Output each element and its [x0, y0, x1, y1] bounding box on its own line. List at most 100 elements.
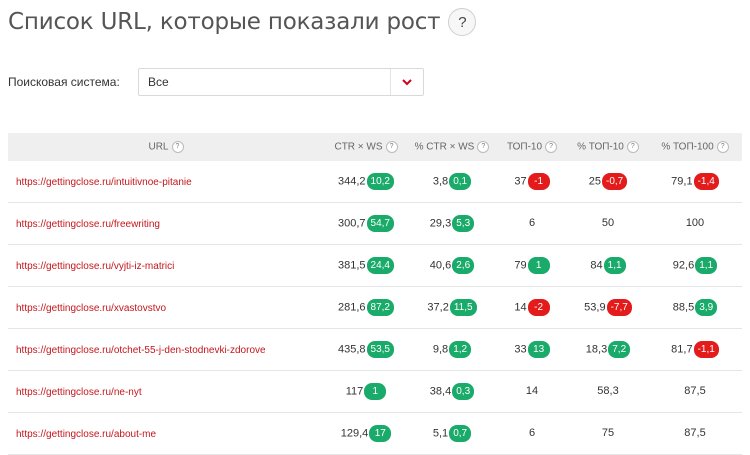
metric-value: 9,8: [432, 343, 449, 356]
change-badge-positive: 53,5: [366, 341, 394, 358]
url-cell: https://gettingclose.ru/vyjti-iz-matrici: [8, 244, 324, 287]
metric-cell: 5,1 0,7: [408, 412, 496, 455]
url-link[interactable]: https://gettingclose.ru/ne-nyt: [16, 387, 142, 398]
metric-cell: 129,4 17: [324, 412, 408, 455]
metric-value: 58,3: [597, 385, 619, 398]
table-row: https://gettingclose.ru/freewriting 300,7…: [8, 202, 742, 245]
table-row: https://gettingclose.ru/about-me 129,4 17 5…: [8, 412, 742, 455]
url-cell: https://gettingclose.ru/freewriting: [8, 202, 324, 245]
metric-value: 37: [514, 175, 527, 188]
table-row: https://gettingclose.ru/vyjti-iz-matrici…: [8, 244, 742, 287]
metric-cell: 33 13: [496, 328, 568, 371]
metric-cell: 87,5: [648, 412, 742, 455]
url-link[interactable]: https://gettingclose.ru/intuitivnoe-pita…: [16, 177, 192, 188]
change-badge-positive: 2,6: [452, 257, 475, 274]
metric-cell: 79,1 -1,4: [648, 161, 742, 203]
help-icon[interactable]: ?: [171, 141, 184, 153]
change-badge-positive: 5,3: [452, 215, 475, 232]
page-title: Список URL, которые показали рост: [8, 9, 441, 35]
metric-cell: 50: [568, 202, 648, 245]
change-badge-positive: 1: [364, 383, 387, 400]
metric-cell: 37 -1: [496, 161, 568, 203]
change-badge-positive: 0,1: [449, 173, 472, 190]
table-row: https://gettingclose.ru/otchet-55-j-den-…: [8, 328, 742, 371]
search-engine-select[interactable]: Все: [138, 68, 424, 96]
change-badge-positive: 10,2: [366, 173, 394, 190]
metric-value: 100: [685, 217, 705, 230]
url-cell: https://gettingclose.ru/xvastovstvo: [8, 286, 324, 329]
filter-label: Поисковая система:: [8, 75, 120, 89]
metric-value: 117: [345, 385, 364, 398]
metric-value: 38,4: [429, 385, 452, 398]
change-badge-positive: 0,3: [452, 383, 475, 400]
metric-value: 29,3: [429, 217, 452, 230]
metric-cell: 25 -0,7: [568, 161, 648, 203]
metric-value: 75: [601, 427, 615, 440]
metric-value: 6: [528, 217, 536, 230]
metric-cell: 88,5 3,9: [648, 286, 742, 329]
help-icon[interactable]: ?: [448, 8, 477, 36]
change-badge-positive: 87,2: [366, 299, 394, 316]
url-link[interactable]: https://gettingclose.ru/freewriting: [16, 219, 160, 230]
metric-value: 33: [514, 343, 527, 356]
header-top10: ТОП-10?: [496, 133, 568, 161]
table-row: https://gettingclose.ru/intuitivnoe-pita…: [8, 161, 742, 203]
metric-cell: 6: [496, 202, 568, 245]
metric-value: 87,5: [684, 427, 706, 440]
metric-value: 25: [588, 175, 601, 188]
metric-cell: 100: [648, 202, 742, 245]
metric-value: 37,2: [427, 301, 449, 314]
help-icon[interactable]: ?: [477, 141, 490, 153]
metric-cell: 87,5: [648, 370, 742, 413]
change-badge-positive: 17: [369, 425, 392, 442]
table-row: https://gettingclose.ru/xvastovstvo 281,6…: [8, 286, 742, 329]
metric-value: 6: [528, 427, 536, 440]
header-pct-ctr-ws: % CTR × WS?: [408, 133, 496, 161]
help-icon[interactable]: ?: [385, 141, 398, 153]
url-link[interactable]: https://gettingclose.ru/about-me: [16, 429, 156, 440]
metric-value: 129,4: [340, 427, 369, 440]
url-link[interactable]: https://gettingclose.ru/xvastovstvo: [16, 303, 166, 314]
change-badge-positive: 1,1: [603, 257, 626, 274]
header-pct-top10: % ТОП-10?: [568, 133, 648, 161]
change-badge-negative: -0,7: [602, 173, 628, 190]
change-badge-positive: 1,2: [449, 341, 472, 358]
help-icon[interactable]: ?: [626, 141, 639, 153]
help-icon[interactable]: ?: [716, 141, 729, 153]
metric-value: 87,5: [684, 385, 706, 398]
header-pct-top100: % ТОП-100?: [648, 133, 742, 161]
metric-cell: 81,7 -1,1: [648, 328, 742, 371]
metric-cell: 9,8 1,2: [408, 328, 496, 371]
page-header: Список URL, которые показали рост ?: [8, 8, 477, 36]
change-badge-positive: 3,9: [695, 299, 718, 316]
metric-cell: 18,3 7,2: [568, 328, 648, 371]
chevron-down-icon[interactable]: [390, 69, 423, 95]
metric-cell: 58,3: [568, 370, 648, 413]
metric-cell: 53,9 -7,7: [568, 286, 648, 329]
change-badge-positive: 7,2: [608, 341, 631, 358]
url-cell: https://gettingclose.ru/otchet-55-j-den-…: [8, 328, 324, 371]
url-link[interactable]: https://gettingclose.ru/vyjti-iz-matrici: [16, 261, 174, 272]
table-header-row: URL? CTR × WS? % CTR × WS? ТОП-10? % ТОП…: [8, 133, 742, 161]
metric-value: 5,1: [432, 427, 449, 440]
help-icon[interactable]: ?: [545, 141, 558, 153]
metric-cell: 29,3 5,3: [408, 202, 496, 245]
metric-value: 79: [514, 259, 527, 272]
change-badge-negative: -1,4: [693, 173, 719, 190]
metric-cell: 40,6 2,6: [408, 244, 496, 287]
metric-cell: 117 1: [324, 370, 408, 413]
metric-value: 381,5: [338, 259, 366, 272]
metric-value: 3,8: [432, 175, 449, 188]
change-badge-positive: 0,7: [449, 425, 472, 442]
metric-value: 435,8: [338, 343, 366, 356]
metric-value: 92,6: [672, 259, 695, 272]
metric-value: 84: [590, 259, 603, 272]
url-link[interactable]: https://gettingclose.ru/otchet-55-j-den-…: [16, 345, 266, 356]
select-value: Все: [148, 75, 169, 89]
metric-cell: 14 -2: [496, 286, 568, 329]
metric-cell: 300,7 54,7: [324, 202, 408, 245]
metric-value: 79,1: [671, 175, 693, 188]
url-cell: https://gettingclose.ru/ne-nyt: [8, 370, 324, 413]
metric-value: 18,3: [585, 343, 608, 356]
metric-cell: 92,6 1,1: [648, 244, 742, 287]
